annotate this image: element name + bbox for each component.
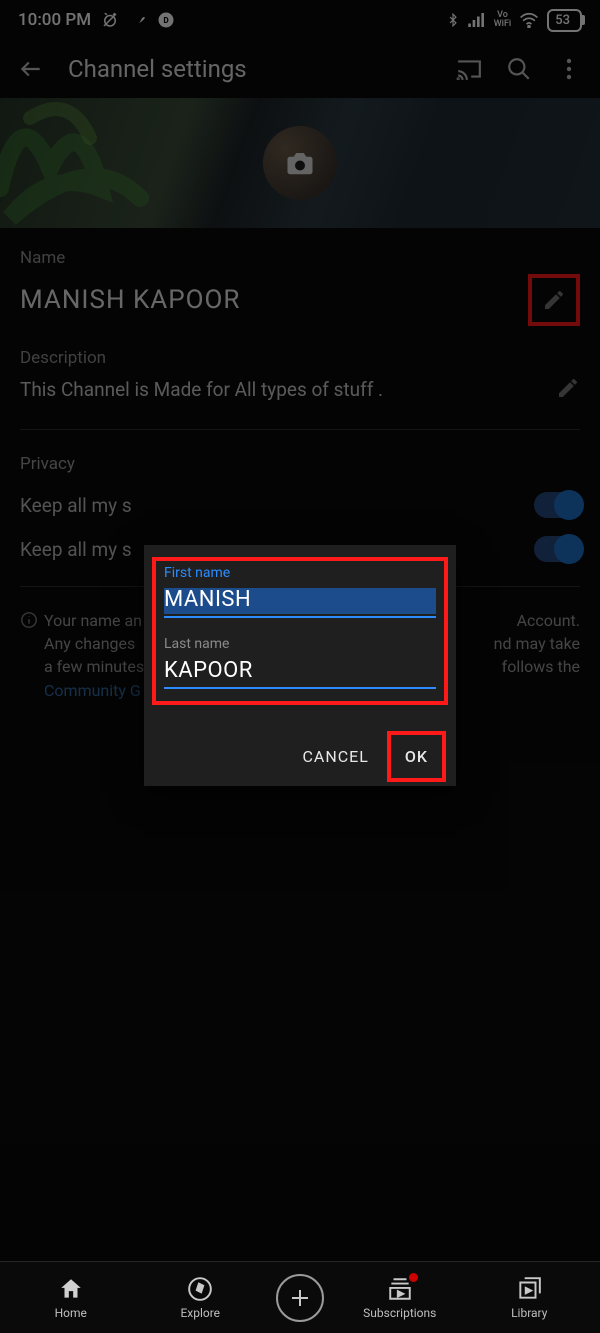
- fields-highlight: First name Last name: [152, 557, 448, 705]
- nav-label: Library: [511, 1306, 547, 1320]
- nav-explore[interactable]: Explore: [136, 1276, 266, 1320]
- first-name-label: First name: [164, 565, 436, 581]
- compass-icon: [187, 1276, 213, 1302]
- first-name-input[interactable]: [164, 585, 436, 618]
- library-icon: [516, 1276, 542, 1302]
- edit-name-dialog: First name Last name CANCEL OK: [144, 545, 456, 786]
- nav-label: Subscriptions: [363, 1306, 436, 1320]
- bottom-nav: Home Explore Subscriptions Library: [0, 1261, 600, 1333]
- home-icon: [58, 1276, 84, 1302]
- ok-highlight: [387, 731, 446, 782]
- notification-dot: [409, 1273, 418, 1282]
- subscriptions-icon: [387, 1276, 413, 1302]
- nav-library[interactable]: Library: [465, 1276, 595, 1320]
- cancel-button[interactable]: CANCEL: [298, 737, 372, 776]
- last-name-input[interactable]: [164, 656, 436, 689]
- plus-icon: [276, 1274, 324, 1322]
- modal-overlay: First name Last name CANCEL OK: [0, 0, 600, 1333]
- nav-home[interactable]: Home: [6, 1276, 136, 1320]
- last-name-field: Last name: [164, 636, 436, 689]
- nav-label: Home: [55, 1306, 87, 1320]
- nav-label: Explore: [180, 1306, 220, 1320]
- dialog-actions: CANCEL OK: [160, 715, 440, 776]
- nav-create[interactable]: [265, 1274, 335, 1322]
- last-name-label: Last name: [164, 636, 436, 652]
- nav-subscriptions[interactable]: Subscriptions: [335, 1276, 465, 1320]
- first-name-field: First name: [164, 565, 436, 618]
